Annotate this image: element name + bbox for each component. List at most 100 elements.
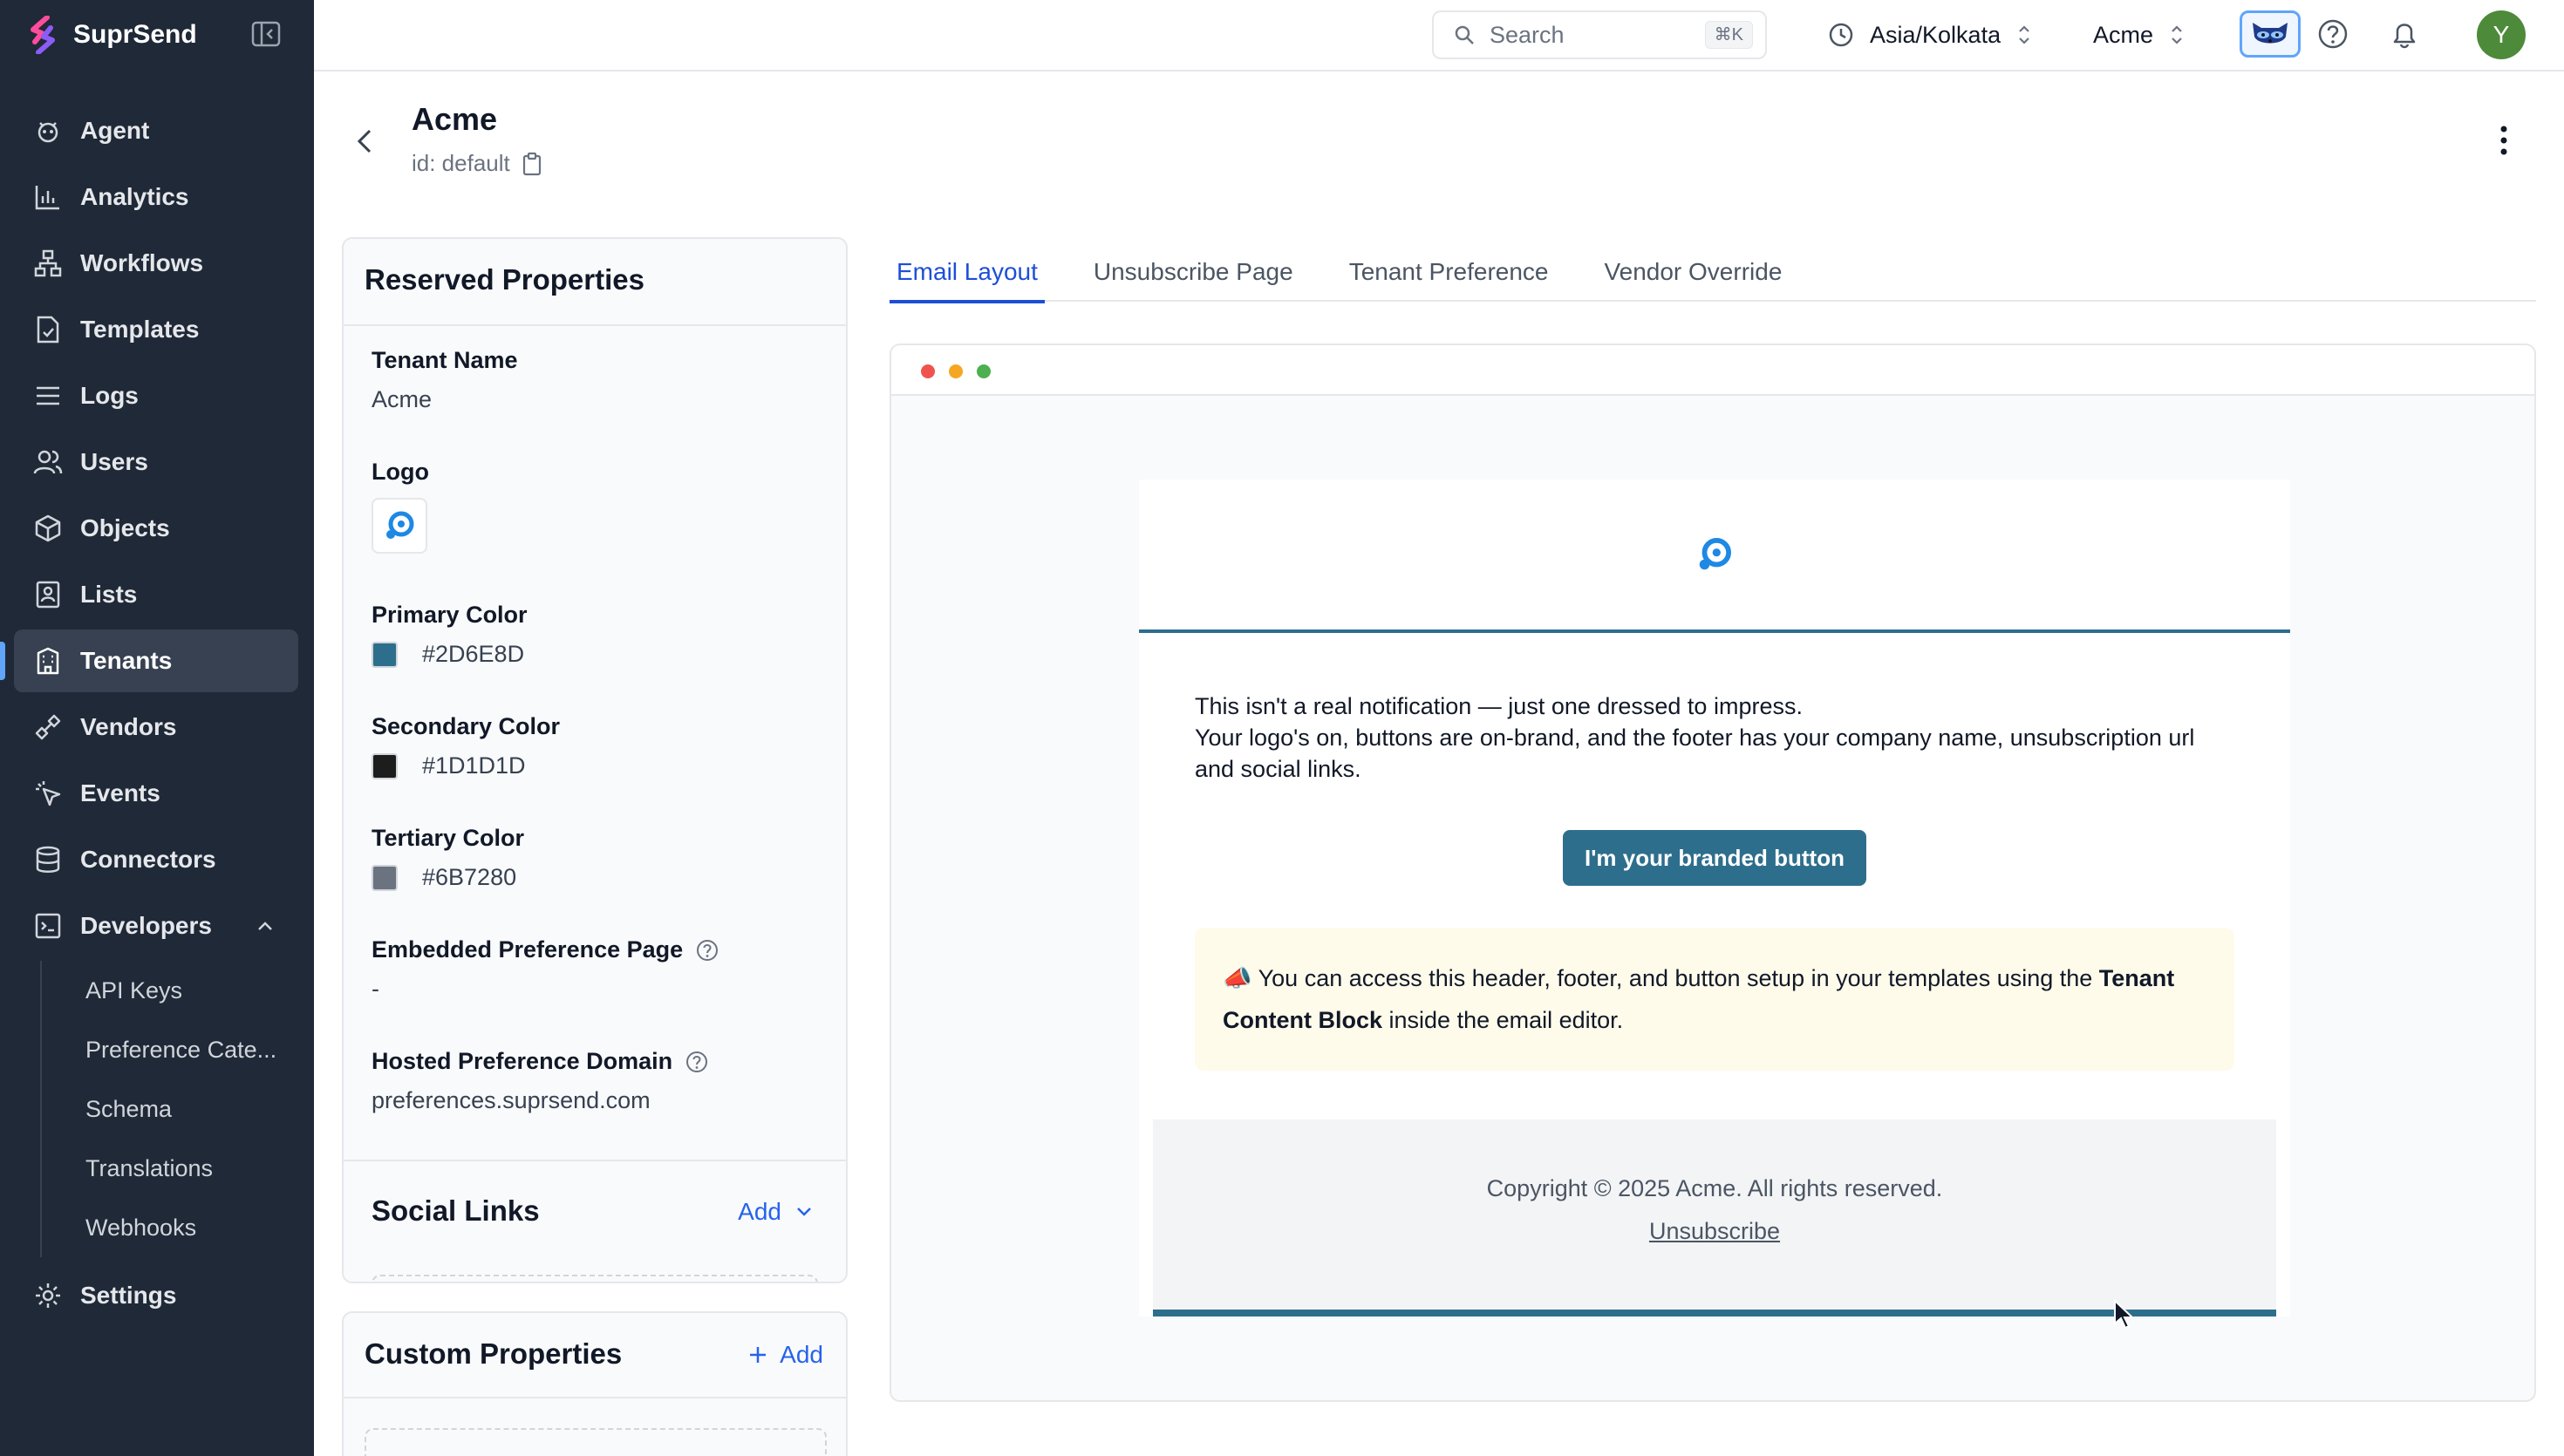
copy-icon[interactable]: [521, 152, 543, 176]
agent-icon: [38, 122, 58, 143]
secondary-color-field: Secondary Color #1D1D1D: [372, 713, 560, 779]
custom-properties-panel: Custom Properties Add: [342, 1311, 848, 1456]
ai-assistant-button[interactable]: [2240, 10, 2301, 58]
email-template: This isn't a real notification — just on…: [1139, 480, 2290, 1317]
tab-tenant-preference[interactable]: Tenant Preference: [1342, 258, 1556, 302]
sidebar-item-label: Settings: [80, 1282, 177, 1309]
tenant-content-note: 📣 You can access this header, footer, an…: [1195, 928, 2234, 1071]
vendors-icon: [35, 714, 61, 740]
sidebar-nav: Agent Analytics Workflows Templates Logs…: [0, 99, 298, 1330]
timezone-label: Asia/Kolkata: [1870, 21, 2001, 48]
objects-icon: [35, 514, 61, 542]
sidebar-item-templates[interactable]: Templates: [14, 298, 298, 361]
sidebar-item-agent[interactable]: Agent: [14, 99, 298, 162]
sidebar-item-connectors[interactable]: Connectors: [14, 828, 298, 891]
sidebar-item-analytics[interactable]: Analytics: [14, 166, 298, 228]
sidebar-item-label: Users: [80, 448, 148, 475]
tenant-logo: [372, 498, 427, 554]
email-footer: Copyright © 2025 Acme. All rights reserv…: [1153, 1119, 2276, 1317]
sidebar-item-vendors[interactable]: Vendors: [14, 696, 298, 759]
tab-email-layout[interactable]: Email Layout: [890, 258, 1045, 303]
sidebar-item-label: Developers: [80, 912, 212, 939]
subnav-item-translations[interactable]: Translations: [85, 1139, 298, 1198]
add-custom-property-button[interactable]: Add: [747, 1341, 823, 1369]
sidebar-item-label: Tenants: [80, 647, 173, 674]
sidebar-item-label: Connectors: [80, 846, 216, 873]
org-selector[interactable]: Acme: [2093, 17, 2185, 52]
subnav-item-preference-categories[interactable]: Preference Cate...: [85, 1020, 298, 1079]
more-options-icon[interactable]: [2491, 122, 2517, 159]
sidebar-item-users[interactable]: Users: [14, 431, 298, 493]
tenant-id: id: default: [412, 150, 543, 177]
sidebar-item-tenants[interactable]: Tenants: [0, 629, 298, 692]
back-arrow-icon[interactable]: [351, 126, 377, 157]
help-icon[interactable]: [685, 1050, 709, 1074]
window-titlebar: [891, 345, 2534, 396]
custom-properties-title: Custom Properties: [365, 1337, 623, 1370]
sidebar-item-label: Vendors: [80, 713, 177, 740]
unsubscribe-link[interactable]: Unsubscribe: [1649, 1218, 1780, 1245]
tenant-name-value: Acme: [372, 386, 433, 412]
connectors-icon: [36, 846, 60, 873]
subnav-item-api-keys[interactable]: API Keys: [85, 961, 298, 1020]
chevron-updown-icon: [2019, 25, 2029, 44]
sidebar-item-label: Workflows: [80, 249, 204, 276]
sidebar-item-developers[interactable]: Developers: [14, 895, 298, 957]
hosted-preference-value: preferences.suprsend.com: [372, 1087, 651, 1113]
reserved-properties-title: Reserved Properties: [344, 239, 846, 326]
email-header: [1139, 480, 2290, 633]
timezone-selector[interactable]: Asia/Kolkata: [1828, 17, 2032, 52]
help-icon[interactable]: [695, 938, 719, 963]
tenant-name-field: Tenant Name Acme: [372, 347, 518, 413]
window-maximize-dot: [977, 364, 991, 378]
embedded-preference-field: Embedded Preference Page -: [372, 936, 719, 1003]
clock-icon: [1829, 23, 1853, 47]
add-social-link-button[interactable]: Add: [738, 1198, 815, 1226]
embedded-preference-label-text: Embedded Preference Page: [372, 936, 684, 963]
tenant-logo-icon: [386, 511, 414, 539]
topbar: Search ⌘K Asia/Kolkata Acme Y: [314, 0, 2564, 71]
brand[interactable]: SuprSend: [26, 14, 197, 56]
collapse-sidebar-icon[interactable]: [251, 21, 281, 47]
sidebar-item-settings[interactable]: Settings: [14, 1264, 298, 1327]
chevron-updown-icon: [2172, 25, 2182, 44]
email-body-line-2: Your logo's on, buttons are on-brand, an…: [1195, 725, 2195, 782]
sidebar-item-label: Objects: [80, 514, 170, 541]
custom-properties-header: Custom Properties Add: [344, 1313, 846, 1398]
logo-label: Logo: [372, 459, 429, 485]
social-links-empty-box: [372, 1275, 818, 1282]
sidebar-item-label: Agent: [80, 117, 150, 144]
tertiary-color-field: Tertiary Color #6B7280: [372, 825, 524, 891]
embedded-preference-label: Embedded Preference Page: [372, 936, 719, 963]
workflows-icon: [34, 249, 62, 277]
tab-unsubscribe-page[interactable]: Unsubscribe Page: [1087, 258, 1300, 302]
chevron-up-icon[interactable]: [255, 915, 276, 936]
email-body: This isn't a real notification — just on…: [1139, 633, 2290, 785]
sidebar-item-events[interactable]: Events: [14, 762, 298, 825]
tab-vendor-override[interactable]: Vendor Override: [1598, 258, 1790, 302]
developers-icon: [35, 913, 61, 939]
sidebar-item-label: Templates: [80, 316, 200, 343]
search-input[interactable]: Search ⌘K: [1432, 10, 1767, 59]
sidebar-item-workflows[interactable]: Workflows: [14, 232, 298, 295]
avatar[interactable]: Y: [2477, 10, 2526, 59]
add-custom-property-label: Add: [780, 1341, 823, 1368]
branded-button[interactable]: I'm your branded button: [1563, 830, 1866, 886]
subnav-item-webhooks[interactable]: Webhooks: [85, 1198, 298, 1257]
tenant-name-label: Tenant Name: [372, 347, 518, 373]
raccoon-icon: [2253, 23, 2288, 44]
help-icon[interactable]: [2316, 17, 2349, 51]
page-title: Acme: [412, 101, 498, 137]
sidebar-item-lists[interactable]: Lists: [14, 563, 298, 626]
add-social-link-label: Add: [738, 1198, 781, 1225]
bell-icon[interactable]: [2388, 17, 2421, 51]
org-label: Acme: [2093, 21, 2154, 48]
window-close-dot: [921, 364, 935, 378]
settings-icon: [36, 1283, 60, 1308]
primary-color-field: Primary Color #2D6E8D: [372, 602, 528, 668]
developers-subnav: API Keys Preference Cate... Schema Trans…: [40, 961, 298, 1257]
subnav-item-schema[interactable]: Schema: [85, 1079, 298, 1139]
sidebar-item-label: Lists: [80, 581, 138, 608]
sidebar-item-objects[interactable]: Objects: [14, 497, 298, 560]
sidebar-item-logs[interactable]: Logs: [14, 364, 298, 427]
